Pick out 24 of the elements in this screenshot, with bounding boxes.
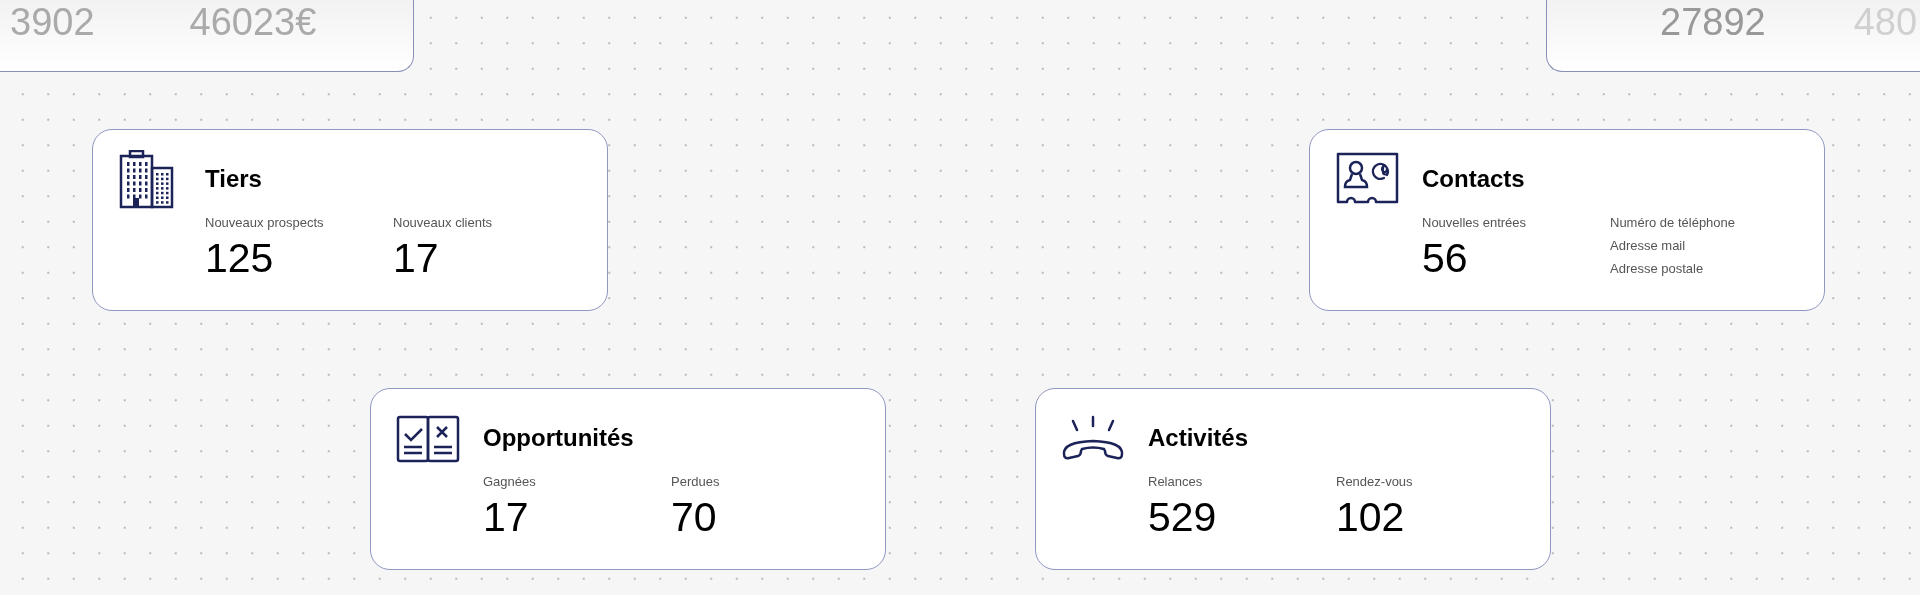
stat-label: Nouveaux clients (393, 214, 493, 232)
summary-value: 46023€ (189, 2, 317, 41)
stat-value: 125 (205, 234, 275, 282)
stat-value: 17 (393, 234, 440, 282)
stat-value: 529 (1148, 493, 1218, 541)
detail-label: Adresse mail (1610, 237, 1687, 255)
summary-value: 3902 (10, 2, 95, 41)
stat-value: 70 (671, 493, 718, 541)
stat-label: Nouvelles entrées (1422, 214, 1528, 232)
stat-label: Gagnées (483, 473, 537, 491)
stat-value: 17 (483, 493, 530, 541)
stat-label: Rendez-vous (1336, 473, 1414, 491)
stat-value: 56 (1422, 234, 1469, 282)
card-title: Activités (1148, 423, 1250, 453)
card-title: Tiers (205, 164, 263, 194)
stat-label: Perdues (671, 473, 721, 491)
detail-label: Adresse postale (1610, 260, 1705, 278)
detail-label: Numéro de téléphone (1610, 214, 1736, 232)
stat-value: 102 (1336, 493, 1406, 541)
stat-label: Nouveaux prospects (205, 214, 325, 232)
summary-value: 27892 (1660, 2, 1766, 41)
card-title: Contacts (1422, 164, 1526, 194)
card-title: Opportunités (483, 423, 635, 453)
stat-label: Relances (1148, 473, 1204, 491)
